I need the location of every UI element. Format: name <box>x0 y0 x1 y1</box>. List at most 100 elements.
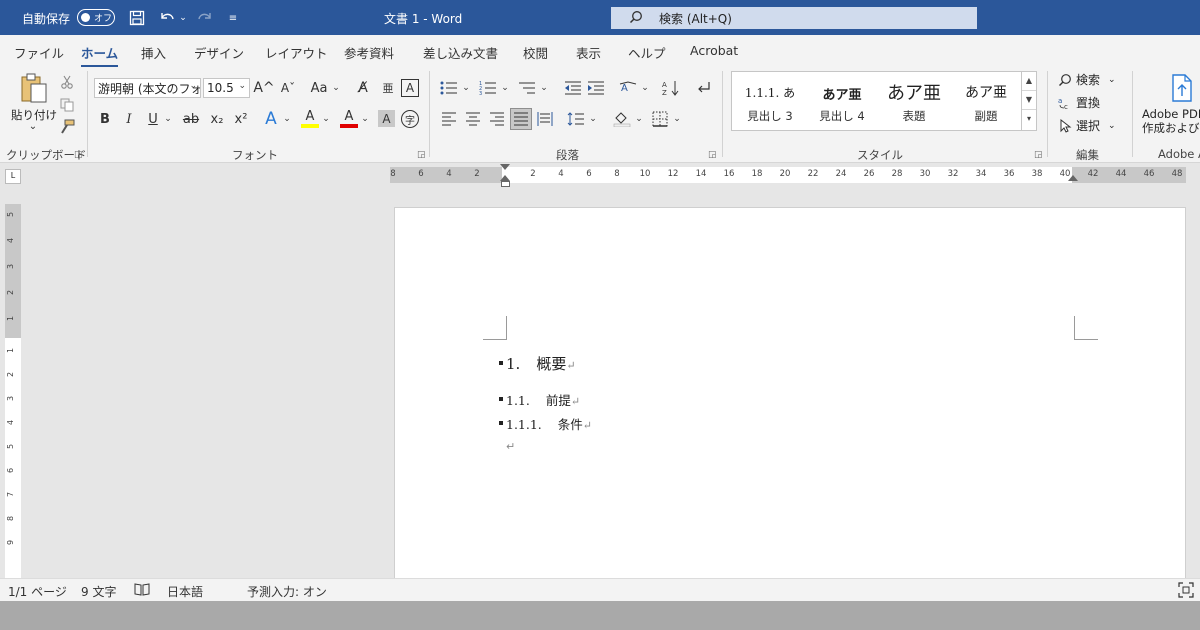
align-left-icon[interactable] <box>439 110 459 128</box>
chevron-down-icon[interactable]: ⌄ <box>672 110 682 128</box>
undo-dropdown-icon[interactable]: ⌄ <box>178 8 188 28</box>
clipboard-launcher-icon[interactable]: ◲ <box>74 150 83 160</box>
line-spacing-icon[interactable] <box>566 110 586 128</box>
tab-selector-icon[interactable]: L <box>5 169 21 184</box>
borders-icon[interactable] <box>650 110 670 128</box>
paragraph-mark-icon[interactable] <box>694 79 714 97</box>
grow-font-icon[interactable]: A^ <box>253 79 274 97</box>
autosave-toggle[interactable]: オフ <box>77 9 115 26</box>
enclose-characters-icon[interactable]: 字 <box>401 110 419 128</box>
character-shading-icon[interactable]: A <box>378 110 395 127</box>
chevron-down-icon[interactable]: ⌄ <box>360 110 370 128</box>
tab-design[interactable]: デザイン <box>194 43 244 62</box>
chevron-down-icon[interactable]: ⌄ <box>640 79 650 97</box>
paste-icon[interactable] <box>16 71 52 105</box>
proofing-icon[interactable] <box>134 582 150 599</box>
heading-2-line[interactable]: 1.1. 前提↵ <box>506 390 580 409</box>
redo-icon[interactable] <box>194 8 216 28</box>
style-heading-3[interactable]: 1.1.1. あ 見出し 3 <box>734 74 806 128</box>
italic-button[interactable]: I <box>121 110 137 128</box>
distributed-icon[interactable] <box>535 110 555 128</box>
style-heading-4[interactable]: あア亜 見出し 4 <box>806 74 878 128</box>
shrink-font-icon[interactable]: Aˇ <box>278 79 298 97</box>
heading-3-line[interactable]: 1.1.1. 条件↵ <box>506 414 592 433</box>
predictive-input-status[interactable]: 予測入力: オン <box>247 583 327 600</box>
adobe-pdf-button-label[interactable]: Adobe PDF 作成および <box>1142 107 1200 135</box>
styles-launcher-icon[interactable]: ◲ <box>1034 150 1043 160</box>
chevron-down-icon[interactable]: ⌄ <box>500 79 510 97</box>
font-color-icon[interactable]: A <box>339 109 359 129</box>
character-border-icon[interactable]: A <box>401 79 419 97</box>
multilevel-list-icon[interactable] <box>517 79 537 97</box>
focus-mode-icon[interactable] <box>1178 582 1194 601</box>
paste-dropdown-icon[interactable]: ⌄ <box>27 121 39 132</box>
chevron-down-icon[interactable]: ⌄ <box>634 110 644 128</box>
tab-file[interactable]: ファイル <box>14 43 64 62</box>
bullets-icon[interactable] <box>439 79 459 97</box>
empty-paragraph[interactable]: ↵ <box>506 439 515 453</box>
change-case-icon[interactable]: Aa <box>307 79 331 97</box>
right-indent-icon[interactable] <box>1068 175 1078 181</box>
paragraph-launcher-icon[interactable]: ◲ <box>708 150 717 160</box>
numbering-icon[interactable]: 123 <box>478 79 498 97</box>
strikethrough-button[interactable]: ab <box>181 110 201 128</box>
decrease-indent-icon[interactable] <box>563 79 583 97</box>
adobe-pdf-icon[interactable] <box>1168 73 1196 103</box>
phonetic-guide-icon[interactable]: 亜 <box>378 79 398 97</box>
replace-button[interactable]: ac 置換 <box>1058 94 1100 111</box>
increase-indent-icon[interactable] <box>586 79 606 97</box>
text-effects-icon[interactable]: A <box>262 109 280 129</box>
font-launcher-icon[interactable]: ◲ <box>417 150 426 160</box>
left-indent-icon[interactable] <box>501 181 510 187</box>
gallery-more-icon[interactable]: ▾ <box>1022 110 1036 129</box>
gallery-down-icon[interactable]: ▼ <box>1022 91 1036 110</box>
tab-mailings[interactable]: 差し込み文書 <box>423 43 498 62</box>
chevron-down-icon[interactable]: ⌄ <box>321 110 331 128</box>
tab-layout[interactable]: レイアウト <box>265 43 328 62</box>
tab-references[interactable]: 参考資料 <box>344 43 394 62</box>
tab-help[interactable]: ヘルプ <box>628 43 666 62</box>
chevron-down-icon[interactable]: ⌄ <box>282 110 292 128</box>
font-size-combo[interactable]: 10.5 ⌄ <box>203 78 250 98</box>
style-subtitle[interactable]: あア亜 副題 <box>950 74 1022 128</box>
style-title[interactable]: あア亜 表題 <box>878 74 950 128</box>
highlight-icon[interactable]: A <box>300 109 320 129</box>
chevron-down-icon[interactable]: ⌄ <box>461 79 471 97</box>
format-painter-icon[interactable] <box>58 118 76 136</box>
heading-1-line[interactable]: 1. 概要↵ <box>506 353 576 374</box>
clear-formatting-icon[interactable]: A̸ <box>353 79 373 97</box>
align-center-icon[interactable] <box>463 110 483 128</box>
copy-icon[interactable] <box>58 96 76 114</box>
gallery-up-icon[interactable]: ▲ <box>1022 72 1036 91</box>
subscript-button[interactable]: x₂ <box>208 110 226 128</box>
customize-icon[interactable]: ≡ <box>226 8 240 28</box>
underline-button[interactable]: U <box>145 110 161 128</box>
tab-home[interactable]: ホーム <box>81 43 119 68</box>
shading-icon[interactable] <box>612 110 632 128</box>
tab-acrobat[interactable]: Acrobat <box>690 43 738 58</box>
sort-icon[interactable]: AZ <box>661 79 681 97</box>
select-button[interactable]: 選択 ⌄ <box>1058 117 1116 134</box>
tab-view[interactable]: 表示 <box>576 43 601 62</box>
tab-insert[interactable]: 挿入 <box>141 43 166 62</box>
justify-icon[interactable] <box>510 108 532 130</box>
chevron-down-icon[interactable]: ⌄ <box>163 110 173 128</box>
align-right-icon[interactable] <box>487 110 507 128</box>
cut-icon[interactable] <box>58 73 76 91</box>
vertical-ruler[interactable]: 5 4 3 2 1 1 2 3 4 5 6 7 8 9 <box>5 204 21 578</box>
chevron-down-icon[interactable]: ⌄ <box>588 110 598 128</box>
word-count[interactable]: 9 文字 <box>81 583 116 600</box>
chevron-down-icon[interactable]: ⌄ <box>331 79 341 97</box>
undo-icon[interactable] <box>156 8 178 28</box>
page-count[interactable]: 1/1 ページ <box>8 583 67 600</box>
font-name-combo[interactable]: 游明朝 (本文のフォ ⌄ <box>94 78 201 98</box>
find-button[interactable]: 検索 ⌄ <box>1058 71 1116 88</box>
save-icon[interactable] <box>127 8 147 28</box>
bold-button[interactable]: B <box>97 110 113 128</box>
first-line-indent-icon[interactable] <box>500 164 510 170</box>
language-indicator[interactable]: 日本語 <box>167 583 203 600</box>
search-box[interactable]: 検索 (Alt+Q) <box>611 7 977 29</box>
document-page[interactable]: 1. 概要↵ 1.1. 前提↵ 1.1.1. 条件↵ ↵ <box>394 207 1186 578</box>
tab-review[interactable]: 校閲 <box>523 43 548 62</box>
text-direction-icon[interactable]: A <box>618 79 638 97</box>
